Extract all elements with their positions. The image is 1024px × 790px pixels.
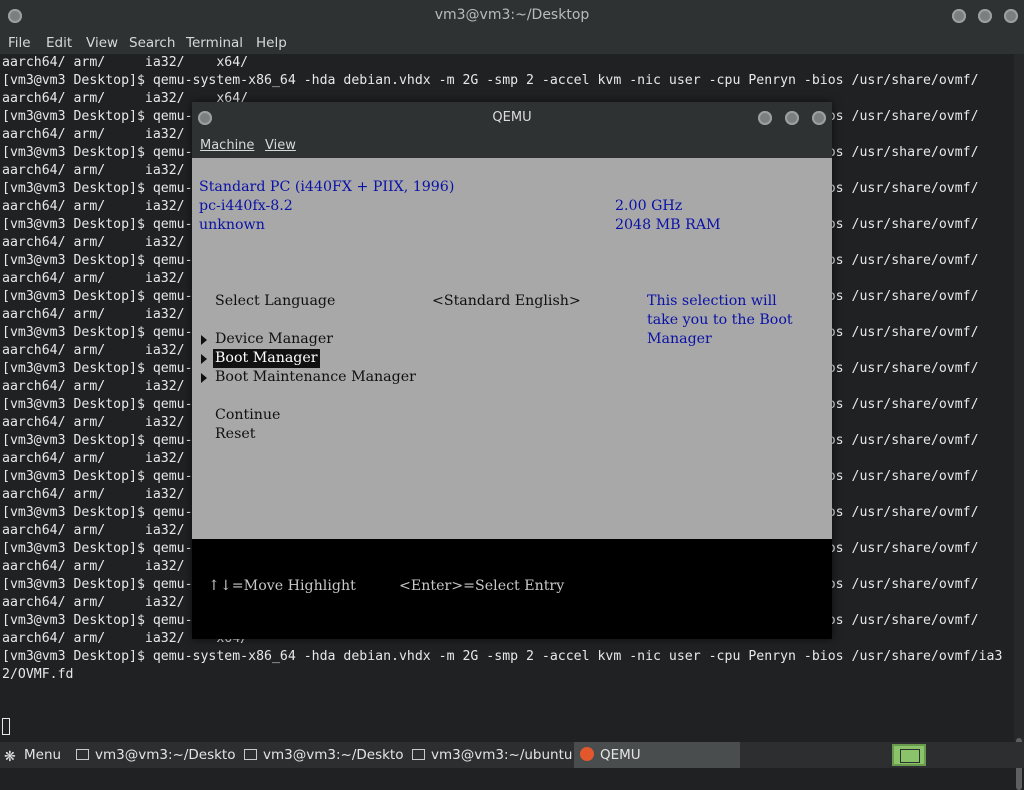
- qemu-menu-machine[interactable]: Machine: [200, 138, 254, 153]
- workspace-icon: [900, 749, 920, 763]
- continue-item[interactable]: Continue: [215, 406, 280, 425]
- select-language-value[interactable]: <Standard English>: [432, 292, 581, 311]
- taskbar: ❋ Menu vm3@vm3:~/Desktop vm3@vm3:~/Deskto…: [0, 742, 1024, 768]
- terminal-titlebar[interactable]: vm3@vm3:~/Desktop: [0, 0, 1024, 32]
- qemu-titlebar[interactable]: QEMU: [192, 102, 832, 134]
- terminal-line: [vm3@vm3 Desktop]$ qemu-system-x86_64 -h…: [2, 649, 1003, 664]
- taskbar-item-label: QEMU: [600, 747, 641, 763]
- select-language-label[interactable]: Select Language: [215, 292, 335, 311]
- start-menu-button[interactable]: ❋ Menu: [4, 742, 70, 768]
- terminal-line: [vm3@vm3 Desktop]$ qemu-system-x86_64 -h…: [2, 73, 979, 88]
- qemu-maximize-icon[interactable]: [785, 111, 799, 125]
- memory-size: 2048 MB RAM: [615, 217, 721, 233]
- terminal-title: vm3@vm3:~/Desktop: [434, 7, 590, 23]
- menu-icon: ❋: [4, 749, 16, 765]
- minimize-icon[interactable]: [952, 9, 966, 23]
- help-text-line: Manager: [647, 331, 712, 347]
- terminal-icon: [244, 749, 257, 760]
- qemu-menubar: Machine View: [192, 134, 832, 158]
- taskbar-item-terminal-1[interactable]: vm3@vm3:~/Desktop: [76, 742, 236, 768]
- help-text-line: This selection will: [647, 293, 777, 309]
- menu-help[interactable]: Help: [256, 35, 287, 51]
- start-menu-label: Menu: [24, 747, 62, 763]
- taskbar-item-terminal-2[interactable]: vm3@vm3:~/Deskto...: [244, 742, 404, 768]
- terminal-icon: [76, 749, 89, 760]
- taskbar-item-terminal-3[interactable]: vm3@vm3:~/ubuntu...: [412, 742, 572, 768]
- menu-view[interactable]: View: [86, 35, 118, 51]
- qemu-minimize-icon[interactable]: [758, 111, 772, 125]
- menu-search[interactable]: Search: [129, 35, 175, 51]
- terminal-menubar: File Edit View Search Terminal Help: [0, 32, 1024, 54]
- taskbar-item-qemu[interactable]: QEMU: [574, 742, 740, 768]
- footer-enter-hint: <Enter>=Select Entry: [399, 578, 565, 594]
- terminal-line: 2/OVMF.fd: [2, 667, 74, 682]
- qemu-app-icon: [580, 747, 594, 761]
- terminal-line: aarch64/ arm/ ia32/ x64/: [2, 55, 249, 70]
- menu-file[interactable]: File: [8, 35, 31, 51]
- menu-edit[interactable]: Edit: [46, 35, 72, 51]
- cpu-speed: 2.00 GHz: [615, 198, 683, 214]
- help-text-line: take you to the Boot: [647, 312, 793, 328]
- reset-item[interactable]: Reset: [215, 425, 255, 444]
- submenu-arrow-icon: [201, 373, 207, 383]
- maximize-icon[interactable]: [978, 9, 992, 23]
- footer-move-hint: ↑↓=Move Highlight: [208, 578, 356, 594]
- boot-manager-item[interactable]: Boot Manager: [213, 349, 320, 368]
- platform-name: Standard PC (i440FX + PIIX, 1996): [199, 179, 455, 195]
- submenu-arrow-icon: [201, 354, 207, 364]
- serial-info: unknown: [199, 217, 265, 233]
- machine-type: pc-i440fx-8.2: [199, 198, 293, 214]
- taskbar-item-label: vm3@vm3:~/Deskto...: [263, 747, 404, 763]
- qemu-title: QEMU: [492, 110, 532, 125]
- terminal-scrollbar[interactable]: [1014, 54, 1024, 790]
- menu-terminal[interactable]: Terminal: [186, 35, 243, 51]
- taskbar-item-label: vm3@vm3:~/Desktop: [95, 747, 236, 763]
- uefi-screen[interactable]: Standard PC (i440FX + PIIX, 1996) pc-i44…: [192, 158, 832, 639]
- boot-maintenance-item[interactable]: Boot Maintenance Manager: [215, 368, 416, 387]
- uefi-footer: ↑↓=Move Highlight <Enter>=Select Entry: [192, 539, 832, 639]
- terminal-cursor: [2, 718, 10, 735]
- qemu-close-icon[interactable]: [812, 111, 826, 125]
- qemu-menu-view[interactable]: View: [265, 138, 296, 153]
- qemu-window: QEMU Machine View Standard PC (i440FX + …: [192, 102, 832, 639]
- taskbar-item-label: vm3@vm3:~/ubuntu...: [431, 747, 572, 763]
- terminal-icon: [412, 749, 425, 760]
- submenu-arrow-icon: [201, 335, 207, 345]
- device-manager-item[interactable]: Device Manager: [215, 330, 333, 349]
- workspace-switcher[interactable]: [892, 744, 926, 766]
- close-icon[interactable]: [1004, 9, 1018, 23]
